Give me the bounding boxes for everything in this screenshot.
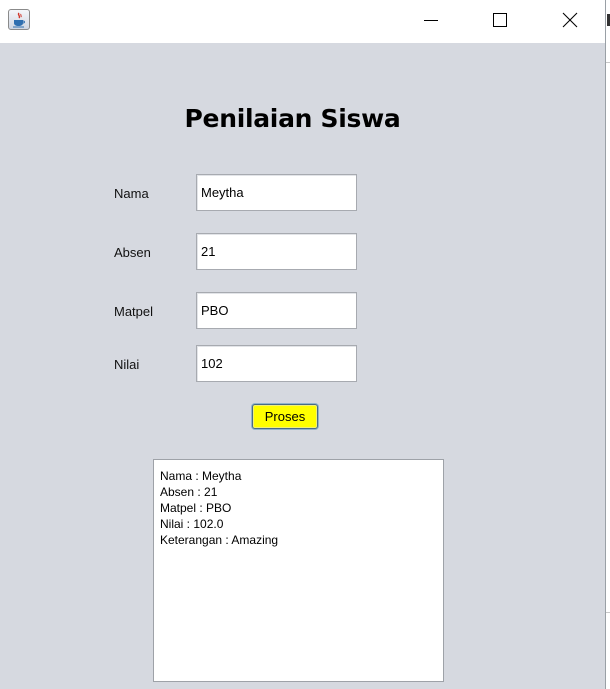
output-textarea[interactable]: Nama : Meytha Absen : 21 Matpel : PBO Ni… (153, 459, 444, 682)
page-title: Penilaian Siswa (184, 104, 401, 133)
maximize-icon (493, 13, 507, 27)
maximize-button[interactable] (477, 0, 523, 40)
matpel-label: Matpel (114, 304, 154, 319)
java-icon[interactable] (8, 9, 30, 30)
nilai-label: Nilai (114, 357, 140, 372)
close-icon (562, 12, 578, 28)
close-button[interactable] (547, 0, 593, 40)
minimize-button[interactable] (408, 0, 454, 40)
nilai-field[interactable]: 102 (196, 345, 357, 382)
output-line: Nama : Meytha (160, 469, 242, 483)
output-line: Matpel : PBO (160, 501, 232, 515)
title-bar (0, 0, 605, 43)
output-line: Absen : 21 (160, 485, 218, 499)
matpel-field[interactable]: PBO (196, 292, 357, 329)
absen-field[interactable]: 21 (196, 233, 357, 270)
proses-button[interactable]: Proses (252, 404, 318, 429)
window-edge (605, 0, 610, 689)
absen-label: Absen (114, 245, 151, 260)
minimize-icon (424, 20, 438, 21)
output-line: Nilai : 102.0 (160, 517, 224, 531)
nama-field[interactable]: Meytha (196, 174, 357, 211)
output-line: Keterangan : Amazing (160, 533, 279, 547)
nama-label: Nama (114, 186, 149, 201)
